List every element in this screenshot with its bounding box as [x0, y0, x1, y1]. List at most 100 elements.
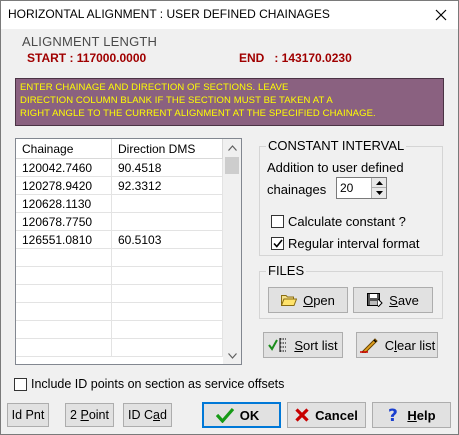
regular-interval-label: Regular interval format — [288, 236, 420, 251]
sort-list-label: Sort list — [294, 337, 338, 353]
direction-cell[interactable] — [112, 321, 223, 339]
grid-header: Chainage Direction DMS — [16, 139, 223, 159]
chainage-cell[interactable] — [16, 321, 112, 339]
chainage-cell[interactable]: 126551.0810 — [16, 231, 112, 249]
interval-spinner[interactable]: 20 — [336, 177, 387, 199]
alignment-end: END : 143170.0230 — [239, 51, 352, 65]
chevron-up-icon — [227, 144, 237, 151]
table-row[interactable]: 120042.7460 90.4518 — [16, 159, 223, 177]
id-pnt-button[interactable]: Id Pnt — [7, 403, 49, 427]
direction-cell[interactable] — [112, 303, 223, 321]
chevron-down-icon — [227, 352, 237, 359]
spin-down-button[interactable] — [371, 188, 386, 198]
ok-button[interactable]: OK — [202, 402, 281, 428]
grid-scrollbar[interactable] — [223, 139, 241, 364]
direction-cell[interactable] — [112, 285, 223, 303]
calculate-constant-checkbox[interactable] — [271, 215, 284, 228]
help-button[interactable]: ? Help — [372, 402, 451, 428]
chainage-cell[interactable]: 120678.7750 — [16, 213, 112, 231]
table-row[interactable]: 120678.7750 — [16, 213, 223, 231]
table-row[interactable] — [16, 339, 223, 357]
regular-interval-checkbox[interactable] — [271, 237, 284, 250]
spin-up-button[interactable] — [371, 178, 386, 188]
chainage-cell[interactable]: 120042.7460 — [16, 159, 112, 177]
dialog-window: HORIZONTAL ALIGNMENT : USER DEFINED CHAI… — [0, 0, 459, 435]
cancel-label: Cancel — [315, 407, 358, 423]
chainage-cell[interactable] — [16, 339, 112, 357]
x-icon — [295, 408, 309, 422]
chainage-cell[interactable] — [16, 285, 112, 303]
table-row[interactable] — [16, 267, 223, 285]
interval-value[interactable]: 20 — [340, 181, 353, 195]
files-title: FILES — [266, 263, 307, 278]
include-id-label: Include ID points on section as service … — [31, 377, 285, 391]
table-row[interactable] — [16, 285, 223, 303]
include-id-checkbox[interactable] — [14, 377, 27, 391]
constant-interval-title: CONSTANT INTERVAL — [266, 138, 407, 153]
scroll-thumb[interactable] — [225, 157, 239, 174]
folder-open-icon — [281, 295, 298, 306]
save-button[interactable]: Save — [353, 287, 433, 313]
chainage-grid[interactable]: Chainage Direction DMS 120042.7460 90.451… — [15, 138, 242, 365]
direction-cell[interactable] — [112, 339, 223, 357]
column-header-direction[interactable]: Direction DMS — [112, 139, 223, 159]
check-icon — [215, 407, 234, 423]
spin-down-icon — [375, 191, 383, 195]
close-icon — [435, 9, 447, 21]
save-label: Save — [389, 292, 419, 308]
two-point-button[interactable]: 2 Point — [65, 403, 114, 427]
direction-cell[interactable]: 60.5103 — [112, 231, 223, 249]
id-cad-button[interactable]: ID Cad — [123, 403, 172, 427]
id-cad-label: ID Cad — [128, 408, 167, 422]
scroll-up-button[interactable] — [223, 139, 241, 156]
spin-up-icon — [375, 180, 383, 185]
save-icon — [367, 293, 383, 307]
cancel-button[interactable]: Cancel — [287, 402, 366, 428]
open-label: Open — [303, 292, 335, 308]
direction-cell[interactable] — [112, 195, 223, 213]
constant-interval-group: CONSTANT INTERVAL Addition to user defin… — [259, 138, 443, 256]
chainage-cell[interactable]: 120278.9420 — [16, 177, 112, 195]
table-row[interactable]: 120278.9420 92.3312 — [16, 177, 223, 195]
scroll-down-button[interactable] — [223, 347, 241, 364]
ok-label: OK — [239, 407, 260, 423]
eraser-pen-icon — [359, 338, 378, 353]
direction-cell[interactable] — [112, 267, 223, 285]
instruction-box: ENTER CHAINAGE AND DIRECTION OF SECTIONS… — [15, 78, 444, 126]
table-row[interactable] — [16, 249, 223, 267]
clear-list-label: Clear list — [384, 337, 436, 353]
instruction-line: RIGHT ANGLE TO THE CURRENT ALIGNMENT AT … — [20, 108, 376, 119]
window-title: HORIZONTAL ALIGNMENT : USER DEFINED CHAI… — [8, 7, 330, 21]
chainage-cell[interactable]: 120628.1130 — [16, 195, 112, 213]
direction-cell[interactable] — [112, 249, 223, 267]
table-row[interactable]: 120628.1130 — [16, 195, 223, 213]
close-button[interactable] — [424, 1, 458, 29]
checkmark-icon — [272, 239, 283, 248]
svg-text:?: ? — [388, 406, 398, 424]
column-header-chainage[interactable]: Chainage — [16, 139, 112, 159]
direction-cell[interactable]: 90.4518 — [112, 159, 223, 177]
question-icon: ? — [388, 406, 398, 424]
id-pnt-label: Id Pnt — [11, 408, 45, 422]
sort-list-button[interactable]: Sort list — [263, 332, 343, 358]
alignment-start: START : 117000.0000 — [27, 51, 147, 65]
open-button[interactable]: Open — [268, 287, 348, 313]
chainage-cell[interactable] — [16, 303, 112, 321]
table-row[interactable]: 126551.0810 60.5103 — [16, 231, 223, 249]
direction-cell[interactable] — [112, 213, 223, 231]
instruction-line: DIRECTION COLUMN BLANK IF THE SECTION MU… — [20, 95, 333, 106]
direction-cell[interactable]: 92.3312 — [112, 177, 223, 195]
table-row[interactable] — [16, 303, 223, 321]
clear-list-button[interactable]: Clear list — [356, 332, 438, 358]
calculate-constant-option[interactable]: Calculate constant ? — [271, 214, 406, 229]
alignment-length-label: ALIGNMENT LENGTH — [22, 34, 158, 49]
chainage-cell[interactable] — [16, 249, 112, 267]
regular-interval-option[interactable]: Regular interval format — [271, 236, 420, 251]
chainages-label: chainages — [267, 182, 327, 197]
instruction-line: ENTER CHAINAGE AND DIRECTION OF SECTIONS… — [20, 82, 289, 93]
include-id-option[interactable]: Include ID points on section as service … — [14, 377, 284, 391]
two-point-label: 2 Point — [70, 408, 109, 422]
table-row[interactable] — [16, 321, 223, 339]
addition-label: Addition to user defined — [267, 160, 404, 175]
chainage-cell[interactable] — [16, 267, 112, 285]
